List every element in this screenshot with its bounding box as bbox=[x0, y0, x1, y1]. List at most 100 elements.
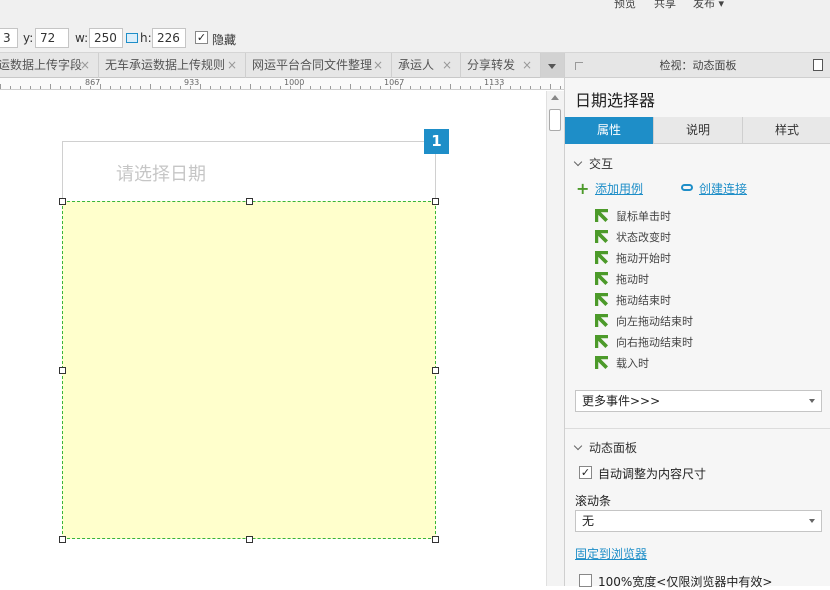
add-case-link[interactable]: 添加用例 bbox=[595, 180, 643, 197]
widget-badge: 1 bbox=[424, 129, 449, 154]
cursor-icon bbox=[595, 335, 608, 348]
pin-to-browser-link[interactable]: 固定到浏览器 bbox=[575, 545, 647, 562]
ruler-tick bbox=[430, 86, 431, 89]
document-icon[interactable] bbox=[813, 59, 823, 71]
ruler-tick bbox=[60, 86, 61, 89]
resize-handle[interactable] bbox=[432, 536, 439, 543]
event-item[interactable]: 拖动结束时 bbox=[595, 293, 671, 309]
cursor-icon bbox=[595, 356, 608, 369]
share-button[interactable]: 共享 bbox=[654, 0, 676, 11]
inspector-panel: 检视：动态面板 日期选择器 属性 说明 样式 交互 + 添加用例 创建连接 鼠标… bbox=[564, 53, 830, 589]
ruler-label: 933 bbox=[184, 78, 200, 87]
cursor-icon bbox=[595, 314, 608, 327]
scroll-thumb[interactable] bbox=[549, 109, 561, 131]
ruler-tick bbox=[20, 86, 21, 89]
y-label: y: bbox=[23, 31, 34, 45]
resize-handle[interactable] bbox=[432, 198, 439, 205]
ruler-tick bbox=[510, 86, 511, 89]
tab-dropdown-button[interactable] bbox=[541, 53, 564, 78]
ruler-tick bbox=[500, 84, 501, 89]
interaction-section-header[interactable]: 交互 bbox=[573, 155, 613, 172]
ruler-tick bbox=[300, 84, 301, 89]
event-label: 向左拖动结束时 bbox=[616, 315, 693, 328]
event-item[interactable]: 拖动开始时 bbox=[595, 251, 671, 267]
scrollbar-select[interactable]: 无 bbox=[575, 510, 822, 532]
style-toolbar: 3 y: 72 w: 250 h: 226 ✓ 隐藏 bbox=[0, 20, 830, 53]
event-item[interactable]: 鼠标单击时 bbox=[595, 209, 671, 225]
resize-handle[interactable] bbox=[59, 198, 66, 205]
hidden-label: 隐藏 bbox=[212, 33, 237, 47]
create-link-link[interactable]: 创建连接 bbox=[699, 180, 747, 197]
chevron-down-icon bbox=[573, 441, 583, 451]
ruler-tick bbox=[540, 86, 541, 89]
event-label: 拖动结束时 bbox=[616, 294, 671, 307]
hidden-checkbox[interactable]: ✓ bbox=[195, 31, 208, 44]
auto-fit-checkbox[interactable]: ✓ bbox=[579, 466, 592, 479]
scroll-up-icon[interactable] bbox=[551, 95, 559, 100]
event-item[interactable]: 向右拖动结束时 bbox=[595, 335, 693, 351]
tab-properties[interactable]: 属性 bbox=[565, 117, 654, 144]
ruler-tick bbox=[290, 86, 291, 89]
tab-page[interactable]: 分享转发 × bbox=[461, 53, 541, 78]
x-field[interactable]: 3 bbox=[0, 28, 18, 48]
tab-page[interactable]: 运数据上传字段 × bbox=[0, 53, 99, 78]
h-field[interactable]: 226 bbox=[152, 28, 186, 48]
event-item[interactable]: 拖动时 bbox=[595, 272, 649, 288]
tab-style[interactable]: 样式 bbox=[743, 117, 830, 144]
resize-handle[interactable] bbox=[246, 198, 253, 205]
auto-fit-label: 自动调整为内容尺寸 bbox=[598, 467, 707, 481]
tab-page[interactable]: 承运人 × bbox=[392, 53, 461, 78]
inspector-header: 检视：动态面板 bbox=[565, 53, 830, 78]
cursor-icon bbox=[595, 230, 608, 243]
ruler-label: 1000 bbox=[284, 78, 305, 87]
full-width-checkbox[interactable] bbox=[579, 574, 592, 587]
close-icon[interactable]: × bbox=[442, 53, 452, 78]
ruler-tick bbox=[240, 86, 241, 89]
cursor-icon bbox=[595, 209, 608, 222]
resize-handle[interactable] bbox=[432, 367, 439, 374]
tab-label: 运数据上传字段 bbox=[0, 58, 83, 72]
dynamic-panel-section-header[interactable]: 动态面板 bbox=[573, 439, 637, 456]
dynamic-panel[interactable] bbox=[62, 201, 436, 539]
close-icon[interactable]: × bbox=[373, 53, 383, 78]
cursor-icon bbox=[595, 272, 608, 285]
cursor-icon bbox=[595, 251, 608, 264]
close-icon[interactable]: × bbox=[522, 53, 532, 78]
plus-icon: + bbox=[576, 179, 590, 198]
more-events-select[interactable]: 更多事件>>> bbox=[575, 390, 822, 412]
chevron-down-icon bbox=[548, 64, 556, 69]
event-label: 拖动开始时 bbox=[616, 252, 671, 265]
close-icon[interactable]: × bbox=[80, 53, 90, 78]
event-label: 向右拖动结束时 bbox=[616, 336, 693, 349]
event-item[interactable]: 状态改变时 bbox=[595, 230, 671, 246]
event-item[interactable]: 向左拖动结束时 bbox=[595, 314, 693, 330]
w-field[interactable]: 250 bbox=[89, 28, 123, 48]
ruler-tick bbox=[370, 86, 371, 89]
tab-page[interactable]: 网运平台合同文件整理 × bbox=[246, 53, 392, 78]
close-icon[interactable]: × bbox=[227, 53, 237, 78]
widget-name[interactable]: 日期选择器 bbox=[575, 87, 655, 111]
more-events-label: 更多事件>>> bbox=[582, 394, 661, 408]
pin-icon[interactable] bbox=[575, 62, 583, 70]
ruler-tick bbox=[0, 84, 1, 89]
resize-handle[interactable] bbox=[59, 367, 66, 374]
ruler-tick bbox=[30, 86, 31, 89]
inspector-header-label: 检视：动态面板 bbox=[659, 59, 737, 72]
ruler-tick bbox=[170, 86, 171, 89]
tab-page[interactable]: 无车承运数据上传规则 × bbox=[99, 53, 246, 78]
ruler-tick bbox=[190, 86, 191, 89]
publish-button[interactable]: 发布 ▾ bbox=[693, 0, 724, 11]
lock-aspect-icon[interactable] bbox=[126, 33, 138, 43]
ruler-tick bbox=[310, 86, 311, 89]
tab-label: 分享转发 bbox=[467, 58, 516, 72]
ruler-tick bbox=[270, 86, 271, 89]
resize-handle[interactable] bbox=[59, 536, 66, 543]
ruler-tick bbox=[410, 86, 411, 89]
preview-button[interactable]: 预览 bbox=[614, 0, 636, 11]
event-item[interactable]: 载入时 bbox=[595, 356, 649, 372]
tab-notes[interactable]: 说明 bbox=[654, 117, 743, 144]
canvas-vertical-scrollbar[interactable] bbox=[546, 91, 564, 586]
chevron-down-icon bbox=[809, 399, 815, 403]
y-field[interactable]: 72 bbox=[35, 28, 69, 48]
resize-handle[interactable] bbox=[246, 536, 253, 543]
